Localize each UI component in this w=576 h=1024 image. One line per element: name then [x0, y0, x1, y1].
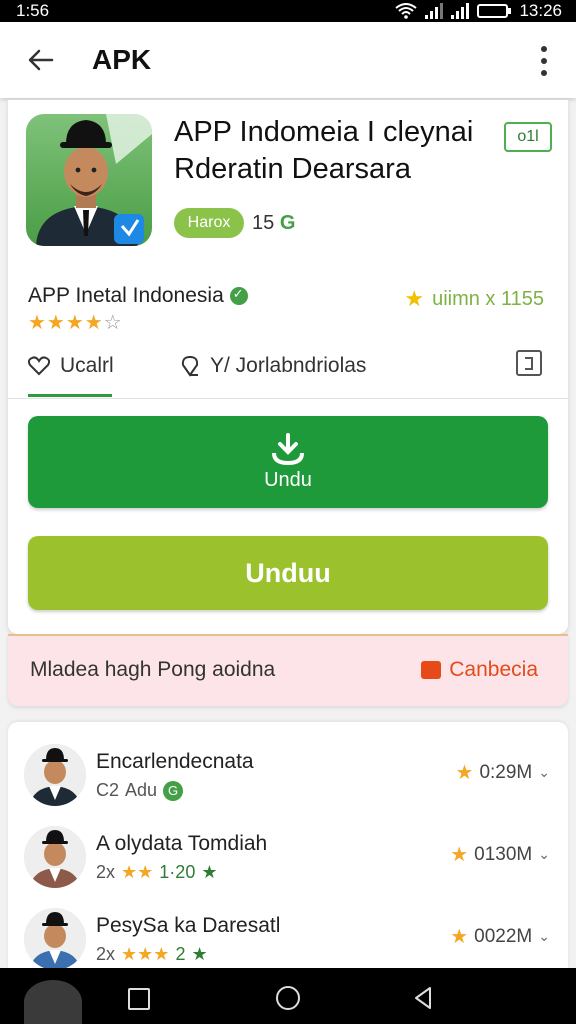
list-item[interactable]: A olydata Tomdiah 2x ★★ 1·20 ★ ★ 0130M ⌄	[8, 826, 568, 906]
pin-icon	[181, 355, 199, 377]
list-item-sub-b: Adu	[125, 780, 158, 800]
heart-icon	[28, 356, 50, 376]
list-item-size-value: 0022M	[474, 925, 533, 947]
star-icon: ★	[455, 762, 474, 784]
more-options-icon[interactable]	[534, 46, 554, 76]
info-banner: Mladea hagh Pong aoidna Canbecia	[8, 634, 568, 706]
camera-icon	[421, 661, 442, 679]
status-time: 1:56	[16, 1, 50, 20]
app-icon	[26, 114, 152, 246]
status-bar: 1:56 13:26	[0, 0, 576, 22]
app-bar: APK	[0, 22, 576, 98]
app-title-line1: APP Indomeia I cleynai	[174, 116, 474, 148]
star-icon: ★	[450, 844, 469, 866]
list-item-badge: G	[163, 780, 184, 801]
rating-info: ★ uiimn x 1155	[404, 286, 544, 312]
back-nav-icon[interactable]	[412, 986, 434, 1010]
app-detail-card: APP Indomeia I cleynai Rderatin Dearsara…	[8, 100, 568, 634]
download-secondary-button[interactable]: Unduu	[28, 536, 548, 610]
developer-label: APP Inetal Indonesia	[28, 284, 224, 307]
list-item-sub: 2x ★★★ 2 ★	[96, 944, 208, 965]
app-thumbnail[interactable]	[24, 980, 82, 1024]
home-icon[interactable]	[276, 986, 300, 1010]
bookmark-icon[interactable]	[516, 350, 542, 376]
star-icon: ★	[404, 286, 425, 311]
download-button-label: Undu	[264, 468, 312, 491]
system-nav-bar	[0, 968, 576, 1024]
star-icon: ★	[191, 944, 208, 964]
category-chip[interactable]: Harox	[174, 208, 244, 238]
rating-stars: ★★	[121, 862, 154, 882]
related-apps-list: Encarlendecnata C2 Adu G ★ 0:29M ⌄ A oly…	[8, 722, 568, 970]
star-icon: ★	[450, 926, 469, 948]
wifi-icon	[395, 3, 418, 19]
list-item-size: ★ 0:29M ⌄	[456, 760, 550, 785]
battery-icon	[477, 4, 512, 18]
download-button[interactable]: Undu	[28, 416, 548, 508]
list-item-name: A olydata Tomdiah	[96, 832, 268, 855]
person-illustration	[36, 114, 152, 246]
list-item-sub-a: C2	[96, 780, 120, 800]
chevron-down-icon[interactable]: ⌄	[538, 764, 550, 781]
chevron-down-icon[interactable]: ⌄	[538, 846, 550, 863]
back-arrow-icon	[28, 49, 54, 71]
tab-overview-label: Ucalrl	[60, 354, 114, 377]
star-icon: ★	[201, 862, 218, 882]
list-item-size-value: 0130M	[474, 843, 533, 865]
tab-details-label: Y/ Jorlabndriolas	[210, 354, 367, 377]
tab-details[interactable]: Y/ Jorlabndriolas	[180, 336, 366, 396]
chip-count: 15 G	[252, 212, 295, 235]
list-item-name: PesySa ka Daresatl	[96, 914, 281, 937]
list-item-rating: 2	[175, 944, 186, 964]
banner-action-label: Canbecia	[449, 658, 538, 681]
chip-count-suffix: G	[279, 212, 296, 234]
list-item-size: ★ 0022M ⌄	[450, 924, 550, 949]
verified-icon	[229, 286, 248, 305]
status-time-right: 13:26	[519, 1, 562, 20]
list-item-size: ★ 0130M ⌄	[450, 842, 550, 867]
chevron-down-icon[interactable]: ⌄	[538, 928, 550, 945]
list-item-name: Encarlendecnata	[96, 750, 254, 773]
banner-action[interactable]: Canbecia	[421, 658, 538, 682]
list-item-sub: C2 Adu G	[96, 780, 184, 801]
signal-icon	[425, 3, 444, 19]
list-item-size-value: 0:29M	[479, 761, 533, 783]
avatar	[24, 826, 86, 888]
recents-icon[interactable]	[128, 988, 150, 1010]
list-item-rating: 1·20	[159, 862, 196, 882]
rating-stars: ★★★	[121, 944, 170, 964]
download-icon	[272, 432, 304, 465]
back-button[interactable]	[26, 45, 56, 75]
signal-icon-2	[451, 3, 470, 19]
app-title-line2: Rderatin Dearsara	[174, 153, 411, 185]
app-title: APP Indomeia I cleynai Rderatin Dearsara	[174, 114, 484, 188]
list-item-sub-a: 2x	[96, 862, 116, 882]
rating-stars: ★★★★☆	[28, 312, 123, 334]
list-item-sub-a: 2x	[96, 944, 116, 964]
age-tag: o1l	[504, 122, 552, 152]
avatar	[24, 908, 86, 970]
banner-text: Mladea hagh Pong aoidna	[30, 658, 276, 681]
avatar	[24, 744, 86, 806]
page-title: APK	[92, 44, 152, 75]
developer-name[interactable]: APP Inetal Indonesia	[28, 284, 248, 308]
tab-overview[interactable]: Ucalrl	[28, 336, 114, 396]
rating-info-text: uiimn x 1155	[432, 287, 544, 310]
status-icons: 13:26	[395, 1, 576, 21]
tab-bar: Ucalrl Y/ Jorlabndriolas	[8, 336, 568, 399]
list-item-sub: 2x ★★ 1·20 ★	[96, 862, 217, 883]
tab-active-indicator	[28, 394, 112, 397]
list-item[interactable]: Encarlendecnata C2 Adu G ★ 0:29M ⌄	[8, 744, 568, 824]
chip-count-value: 15	[252, 212, 275, 234]
